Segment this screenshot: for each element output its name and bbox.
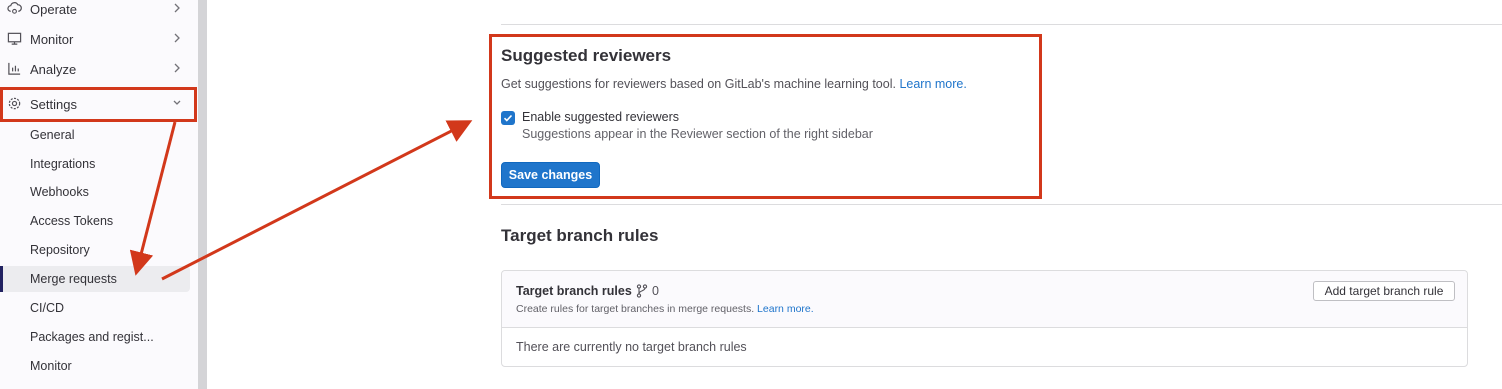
chart-icon [8, 62, 21, 75]
learn-more-link[interactable]: Learn more. [757, 303, 814, 315]
sidebar-subitem-merge-requests[interactable]: Merge requests [0, 266, 190, 292]
sidebar-subitem-label: Packages and regist... [30, 330, 154, 344]
sidebar-subitem-repository[interactable]: Repository [0, 237, 190, 263]
section-divider [501, 204, 1502, 205]
suggested-reviewers-description: Get suggestions for reviewers based on G… [501, 77, 967, 91]
chevron-right-icon [174, 33, 180, 43]
gear-icon [8, 97, 21, 110]
sidebar-subitem-general[interactable]: General [0, 122, 190, 148]
rule-count: 0 [652, 284, 659, 298]
cloud-gear-icon [7, 2, 22, 14]
sidebar-subitem-label: Access Tokens [30, 214, 114, 228]
empty-state-text: There are currently no target branch rul… [516, 340, 747, 354]
sidebar-subitem-cicd[interactable]: CI/CD [0, 295, 190, 321]
sidebar-subitem-label: General [30, 128, 75, 142]
monitor-icon [7, 32, 22, 45]
sidebar-subitem-monitor[interactable]: Monitor [0, 353, 190, 379]
branch-icon [636, 284, 648, 298]
sidebar-subitem-access-tokens[interactable]: Access Tokens [0, 208, 190, 234]
card-title: Target branch rules [516, 284, 632, 298]
sidebar-item-label: Settings [30, 96, 77, 112]
sidebar-item-label: Analyze [30, 61, 77, 77]
checkbox-help-text: Suggestions appear in the Reviewer secti… [522, 127, 873, 141]
sidebar-scrollbar[interactable] [198, 0, 207, 389]
arrow-to-suggested-reviewers [161, 120, 473, 281]
chevron-down-icon [173, 100, 181, 105]
sidebar: Operate Monitor Analyze Settings General… [0, 0, 198, 389]
sidebar-item-settings[interactable]: Settings [0, 91, 190, 117]
checkbox-label[interactable]: Enable suggested reviewers [522, 110, 679, 124]
sidebar-item-operate[interactable]: Operate [0, 0, 190, 22]
sidebar-subitem-webhooks[interactable]: Webhooks [0, 179, 190, 205]
sidebar-item-monitor[interactable]: Monitor [0, 26, 190, 52]
section-divider [501, 24, 1502, 25]
sidebar-subitem-integrations[interactable]: Integrations [0, 151, 190, 177]
save-changes-button[interactable]: Save changes [501, 162, 600, 188]
sidebar-item-analyze[interactable]: Analyze [0, 56, 190, 82]
sidebar-subitem-label: Integrations [30, 157, 96, 171]
description-text: Get suggestions for reviewers based on G… [501, 77, 896, 91]
target-branch-rules-title: Target branch rules [501, 226, 659, 245]
sidebar-subitem-label: Repository [30, 243, 90, 257]
enable-suggested-reviewers-checkbox[interactable] [501, 111, 515, 125]
sidebar-subitem-packages[interactable]: Packages and regist... [0, 324, 190, 350]
target-branch-rules-card: Target branch rules 0 Create rules for t… [501, 270, 1468, 367]
card-header: Target branch rules 0 Create rules for t… [502, 271, 1467, 328]
chevron-right-icon [174, 63, 180, 73]
learn-more-link[interactable]: Learn more. [899, 77, 966, 91]
sidebar-subitem-label: CI/CD [30, 301, 65, 315]
chevron-right-icon [174, 3, 180, 13]
sidebar-subitem-label: Merge requests [30, 272, 117, 286]
sidebar-item-label: Operate [30, 1, 77, 17]
app-root: Operate Monitor Analyze Settings General… [0, 0, 1502, 389]
sidebar-item-label: Monitor [30, 31, 74, 47]
sidebar-subitem-label: Monitor [30, 359, 72, 373]
card-description-text: Create rules for target branches in merg… [516, 303, 755, 315]
add-target-branch-rule-button[interactable]: Add target branch rule [1313, 281, 1455, 301]
sidebar-subitem-label: Webhooks [30, 185, 89, 199]
check-icon [503, 114, 513, 122]
card-description: Create rules for target branches in merg… [516, 303, 814, 315]
suggested-reviewers-title: Suggested reviewers [501, 46, 672, 65]
